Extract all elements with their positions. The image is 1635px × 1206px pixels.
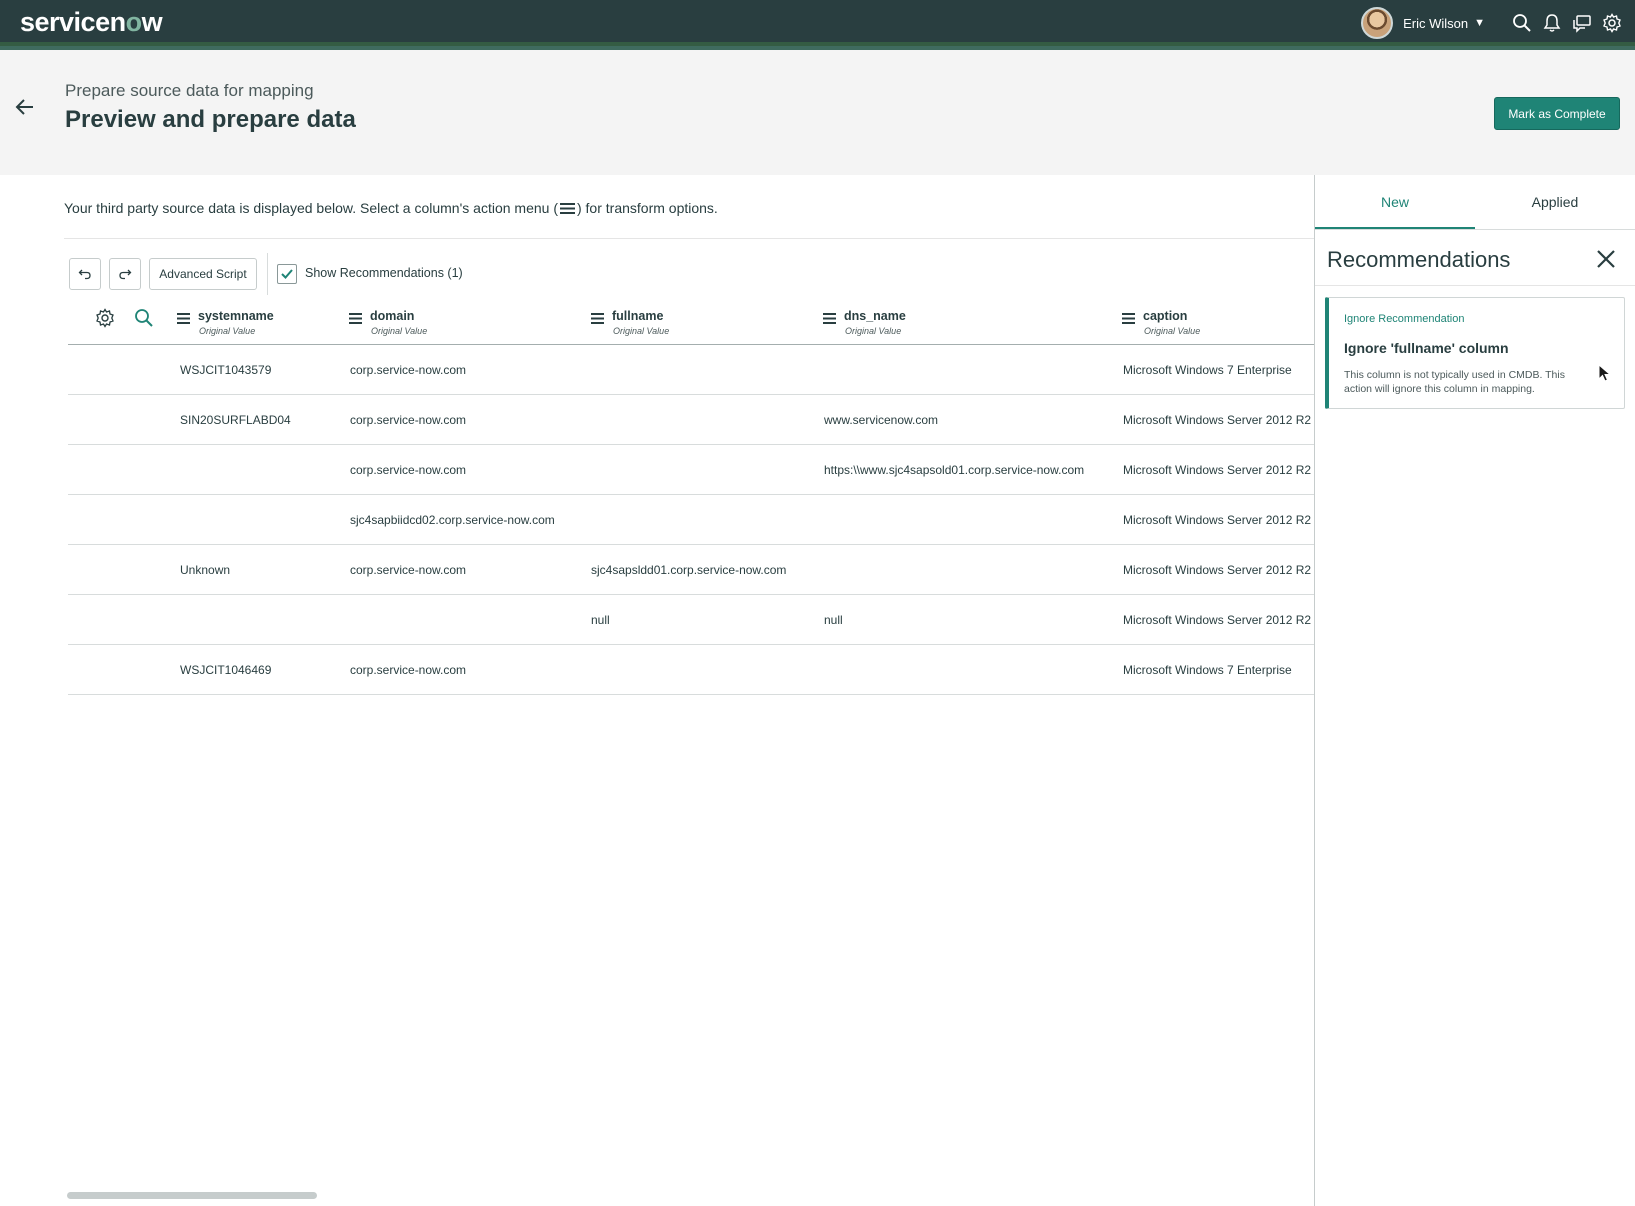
recommendations-title: Recommendations — [1327, 247, 1511, 272]
column-name: systemname — [198, 309, 274, 323]
column-name: dns_name — [844, 309, 906, 323]
cell-domain[interactable]: corp.service-now.com — [350, 413, 466, 427]
cell-systemname[interactable]: Unknown — [180, 563, 230, 577]
page-title: Preview and prepare data — [65, 106, 356, 133]
table-settings-gear-icon[interactable] — [95, 308, 115, 328]
tab-applied[interactable]: Applied — [1475, 175, 1635, 229]
cell-caption[interactable]: Microsoft Windows Server 2012 R2 D — [1123, 413, 1314, 427]
instructions-before: Your third party source data is displaye… — [64, 200, 558, 216]
table-row[interactable]: WSJCIT1046469 corp.service-now.com Micro… — [68, 645, 1314, 695]
advanced-script-button[interactable]: Advanced Script — [149, 258, 257, 290]
divider — [64, 238, 1314, 239]
redo-button[interactable] — [109, 258, 141, 290]
chat-icon[interactable] — [1567, 0, 1597, 46]
cell-caption[interactable]: Microsoft Windows 7 Enterprise — [1123, 663, 1292, 677]
horizontal-scrollbar[interactable] — [67, 1192, 317, 1199]
close-icon[interactable] — [1595, 248, 1617, 270]
table-row[interactable]: sjc4sapbiidcd02.corp.service-now.com Mic… — [68, 495, 1314, 545]
redo-icon — [119, 269, 132, 280]
table-search-icon[interactable] — [134, 308, 154, 328]
cell-caption[interactable]: Microsoft Windows Server 2012 R2 D — [1123, 613, 1314, 627]
table-row[interactable]: null null Microsoft Windows Server 2012 … — [68, 595, 1314, 645]
recommendation-heading: Ignore 'fullname' column — [1344, 340, 1509, 356]
menu-icon — [559, 203, 575, 214]
table-row[interactable]: Unknown corp.service-now.com sjc4sapsldd… — [68, 545, 1314, 595]
panel-divider — [1315, 285, 1635, 286]
page-header: Prepare source data for mapping Preview … — [0, 50, 1635, 175]
cell-dns-name[interactable]: https:\\www.sjc4sapsold01.corp.service-n… — [824, 463, 1084, 477]
back-arrow-icon[interactable] — [14, 96, 36, 118]
logo-text-accent: o — [125, 7, 143, 37]
user-name[interactable]: Eric Wilson — [1403, 16, 1468, 31]
instructions-after: ) for transform options. — [576, 200, 718, 216]
bell-icon[interactable] — [1537, 0, 1567, 46]
data-table: systemname Original Value domain Origina… — [68, 303, 1314, 698]
column-subtitle: Original Value — [845, 326, 902, 336]
tabs-divider — [1315, 229, 1635, 230]
recommendation-card[interactable]: Ignore Recommendation Ignore 'fullname' … — [1325, 297, 1625, 409]
cell-domain[interactable]: corp.service-now.com — [350, 363, 466, 377]
cell-dns-name[interactable]: null — [824, 613, 843, 627]
column-menu-icon[interactable] — [349, 313, 362, 324]
user-area: Eric Wilson ▼ — [1361, 0, 1635, 46]
table-row[interactable]: SIN20SURFLABD04 corp.service-now.com www… — [68, 395, 1314, 445]
tab-new[interactable]: New — [1315, 175, 1475, 230]
checkmark-icon — [281, 269, 293, 279]
table-row[interactable]: WSJCIT1043579 corp.service-now.com Micro… — [68, 345, 1314, 395]
cell-domain[interactable]: corp.service-now.com — [350, 463, 466, 477]
column-menu-icon[interactable] — [591, 313, 604, 324]
logo-text-start: servicen — [20, 7, 126, 37]
undo-button[interactable] — [69, 258, 101, 290]
cell-systemname[interactable]: WSJCIT1046469 — [180, 663, 271, 677]
recommendation-type: Ignore Recommendation — [1344, 313, 1465, 325]
column-name: fullname — [612, 309, 664, 323]
avatar[interactable] — [1361, 7, 1394, 39]
show-recommendations-label[interactable]: Show Recommendations (1) — [305, 266, 463, 280]
recommendations-panel: New Applied Recommendations Ignore Recom… — [1314, 175, 1635, 1206]
cell-systemname[interactable]: WSJCIT1043579 — [180, 363, 271, 377]
logo-text-end: w — [141, 7, 163, 37]
table-header: systemname Original Value domain Origina… — [68, 303, 1314, 345]
gear-icon[interactable] — [1597, 0, 1627, 46]
column-subtitle: Original Value — [613, 326, 670, 336]
toolbar-separator — [267, 253, 268, 295]
cell-fullname[interactable]: null — [591, 613, 610, 627]
user-menu-caret-icon[interactable]: ▼ — [1474, 17, 1485, 29]
top-nav-bar: servicenow Eric Wilson ▼ — [0, 0, 1635, 46]
column-subtitle: Original Value — [1144, 326, 1201, 336]
cell-domain[interactable]: corp.service-now.com — [350, 663, 466, 677]
column-subtitle: Original Value — [371, 326, 428, 336]
cell-caption[interactable]: Microsoft Windows Server 2012 R2 D — [1123, 563, 1314, 577]
mouse-cursor-icon — [1598, 364, 1612, 382]
page-subtitle: Prepare source data for mapping — [65, 81, 314, 100]
column-subtitle: Original Value — [199, 326, 256, 336]
table-row[interactable]: corp.service-now.com https:\\www.sjc4sap… — [68, 445, 1314, 495]
servicenow-logo[interactable]: servicenow — [20, 7, 163, 38]
cell-caption[interactable]: Microsoft Windows 7 Enterprise — [1123, 363, 1292, 377]
recommendation-description: This column is not typically used in CMD… — [1344, 369, 1565, 395]
cell-caption[interactable]: Microsoft Windows Server 2012 R2 D — [1123, 463, 1314, 477]
show-recommendations-checkbox[interactable] — [277, 264, 297, 284]
cell-caption[interactable]: Microsoft Windows Server 2012 R2 D — [1123, 513, 1314, 527]
cell-domain[interactable]: sjc4sapbiidcd02.corp.service-now.com — [350, 513, 555, 527]
cell-dns-name[interactable]: www.servicenow.com — [824, 413, 938, 427]
cell-domain[interactable]: corp.service-now.com — [350, 563, 466, 577]
search-icon[interactable] — [1507, 0, 1537, 46]
column-name: caption — [1143, 309, 1188, 323]
column-menu-icon[interactable] — [1122, 313, 1135, 324]
cell-systemname[interactable]: SIN20SURFLABD04 — [180, 413, 291, 427]
column-menu-icon[interactable] — [823, 313, 836, 324]
column-menu-icon[interactable] — [177, 313, 190, 324]
cell-fullname[interactable]: sjc4sapsldd01.corp.service-now.com — [591, 563, 786, 577]
instructions-text: Your third party source data is displaye… — [64, 200, 718, 216]
undo-icon — [78, 269, 91, 280]
column-name: domain — [370, 309, 415, 323]
mark-as-complete-button[interactable]: Mark as Complete — [1494, 97, 1620, 130]
